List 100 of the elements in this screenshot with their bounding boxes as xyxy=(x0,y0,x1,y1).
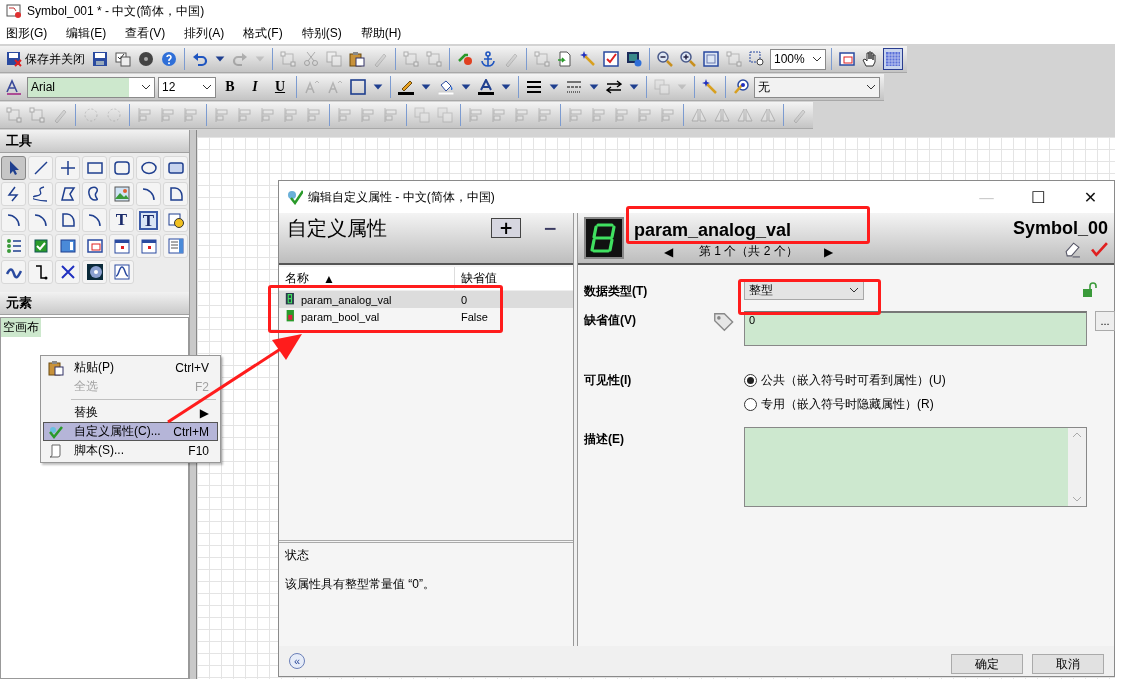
align-icon xyxy=(160,107,176,123)
help-icon xyxy=(161,51,177,67)
default-value-field[interactable]: 0 xyxy=(744,311,1087,346)
listbox-icon xyxy=(167,238,184,254)
grid-icon xyxy=(885,51,901,67)
tag-icon xyxy=(712,311,734,333)
align-icon xyxy=(183,107,199,123)
radio-button[interactable] xyxy=(744,374,757,387)
menu-item[interactable]: 编辑(E) xyxy=(66,24,107,42)
symbol-name: Symbol_00 xyxy=(1012,218,1108,239)
combo-box[interactable]: Arial xyxy=(27,76,155,98)
brush-icon xyxy=(503,51,519,67)
field-label: 可见性(I) xyxy=(584,372,633,389)
next-button[interactable]: ▶ xyxy=(823,244,833,259)
toolbar-button[interactable] xyxy=(883,48,903,70)
frame-icon xyxy=(29,107,45,123)
rectangle-icon xyxy=(86,160,103,176)
save-close-button[interactable]: 保存并关闭 xyxy=(4,48,87,70)
caret-icon xyxy=(589,82,599,92)
caret-icon xyxy=(373,82,383,92)
magic-wand-icon xyxy=(580,51,596,67)
tool-button[interactable] xyxy=(1,156,26,180)
text-tool[interactable]: T xyxy=(109,208,134,232)
remove-button[interactable]: − xyxy=(535,218,565,238)
font-color-icon xyxy=(478,79,494,95)
toolbar-button[interactable] xyxy=(476,76,496,98)
io-field-icon xyxy=(167,212,184,228)
dropdown[interactable]: 整型 xyxy=(744,280,864,300)
format-button[interactable]: I xyxy=(244,76,266,98)
brush-icon xyxy=(52,107,68,123)
add-button[interactable]: + xyxy=(491,218,521,238)
menu-item[interactable]: 自定义属性(C)... Ctrl+M xyxy=(43,422,218,441)
trend-icon xyxy=(113,264,130,280)
font-size-icon xyxy=(304,79,320,95)
format-button[interactable]: U xyxy=(269,76,291,98)
menu-item[interactable]: 图形(G) xyxy=(6,24,48,42)
menu-item[interactable]: 排列(A) xyxy=(184,24,225,42)
menu-item[interactable]: 脚本(S)... F10 xyxy=(43,441,218,460)
property-row[interactable]: param_analog_val 0 xyxy=(279,291,573,308)
frame-icon xyxy=(426,51,442,67)
combo-box[interactable]: 无 xyxy=(754,76,880,98)
text-tool[interactable]: T xyxy=(136,208,161,232)
panel-header: 元素 xyxy=(0,292,189,315)
font-size-icon xyxy=(327,79,343,95)
status-heading: 状态 xyxy=(285,547,310,564)
frame-icon xyxy=(726,51,742,67)
menu-item[interactable]: 特别(S) xyxy=(301,24,342,42)
collapse-button[interactable]: « xyxy=(289,653,305,669)
format-button[interactable]: B xyxy=(219,76,241,98)
checkbox-icon xyxy=(32,238,49,254)
align-icon xyxy=(537,107,553,123)
previous-button[interactable]: ◀ xyxy=(664,244,673,259)
combo-box[interactable]: 12 xyxy=(158,76,216,98)
flip-icon xyxy=(714,107,730,123)
menu-item[interactable]: 格式(F) xyxy=(243,24,283,42)
align-icon xyxy=(337,107,353,123)
align-icon xyxy=(468,107,484,123)
combo-box[interactable]: 100% xyxy=(770,48,826,70)
arc-icon xyxy=(86,212,103,228)
layers-icon xyxy=(414,107,430,123)
pencil-color-icon xyxy=(398,79,414,95)
field-label: 描述(E) xyxy=(584,431,625,448)
browse-button[interactable]: ... xyxy=(1095,311,1115,331)
align-icon xyxy=(514,107,530,123)
close-button[interactable]: ✕ xyxy=(1067,182,1114,212)
align-icon xyxy=(306,107,322,123)
ok-button[interactable]: 确定 xyxy=(951,654,1023,674)
caret-icon xyxy=(629,82,639,92)
column-header[interactable]: 缺省值 xyxy=(461,270,497,287)
window-check-icon xyxy=(115,51,131,67)
cancel-button[interactable]: 取消 xyxy=(1032,654,1104,674)
eraser-button[interactable] xyxy=(1064,241,1081,258)
menu-item[interactable]: 粘贴(P) Ctrl+V xyxy=(43,358,218,377)
media-icon xyxy=(86,264,103,280)
chevron-down-icon xyxy=(866,84,876,90)
scrollbar[interactable] xyxy=(1068,428,1086,506)
fit-page-icon xyxy=(703,51,719,67)
align-icon xyxy=(591,107,607,123)
paint-bucket-icon xyxy=(438,79,454,95)
disc-icon xyxy=(138,51,154,67)
element-item[interactable]: 空画布 xyxy=(1,318,41,337)
align-icon xyxy=(660,107,676,123)
lock-button[interactable] xyxy=(1082,281,1098,298)
description-field[interactable] xyxy=(744,427,1087,507)
ellipse-icon xyxy=(140,160,157,176)
radio-label[interactable]: 专用（嵌入符号时隐藏属性）(R) xyxy=(761,396,934,413)
property-row[interactable]: param_bool_val False xyxy=(279,308,573,325)
radio-button[interactable] xyxy=(744,398,757,411)
maximize-button[interactable]: ☐ xyxy=(1015,182,1062,212)
redo-icon xyxy=(232,51,248,67)
dialog-title: 编辑自定义属性 - 中文(简体，中国) xyxy=(308,188,495,206)
column-header[interactable]: 名称 xyxy=(285,270,309,287)
field-label: 数据类型(T) xyxy=(584,283,649,300)
menu-item[interactable]: 替换 ▶ xyxy=(43,403,218,422)
radio-label[interactable]: 公共（嵌入符号时可看到属性）(U) xyxy=(761,372,946,389)
monitor-icon xyxy=(626,51,642,67)
menu-item[interactable]: 帮助(H) xyxy=(360,24,402,42)
status-text: 该属性具有整型常量值 “0”。 xyxy=(285,576,436,593)
confirm-button[interactable] xyxy=(1091,241,1108,258)
menu-item[interactable]: 查看(V) xyxy=(125,24,166,42)
